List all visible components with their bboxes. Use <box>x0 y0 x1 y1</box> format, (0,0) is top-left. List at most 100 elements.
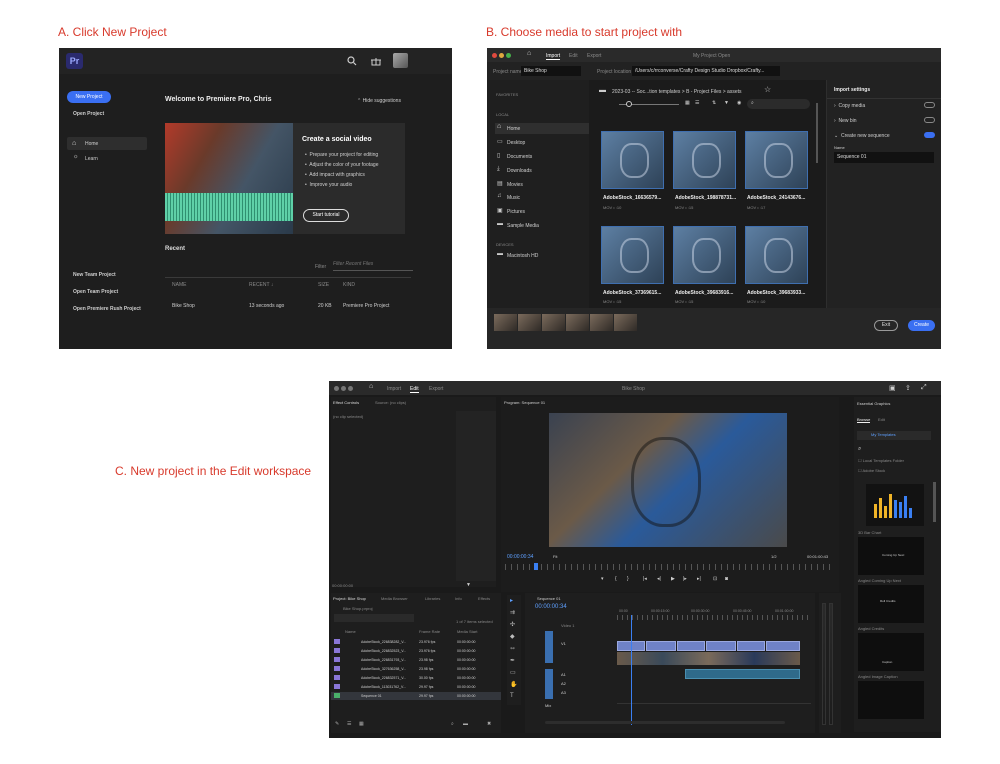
search-icon[interactable]: ⌕ <box>451 721 454 727</box>
monitor-ruler[interactable] <box>505 564 835 570</box>
project-search-input[interactable] <box>334 614 414 622</box>
open-project-link[interactable]: Open Project <box>73 111 104 117</box>
selected-media-thumb[interactable] <box>494 314 517 331</box>
tab-effects[interactable]: Effects <box>478 596 490 601</box>
list-view-icon[interactable]: ☰ <box>695 100 699 106</box>
quality-select[interactable]: 1/2 <box>771 554 777 559</box>
breadcrumb[interactable]: 2023-03 -- Soc...tion templates > B - Pr… <box>612 89 742 95</box>
tab-media-browser[interactable]: Media Browser <box>381 596 408 601</box>
playhead[interactable] <box>631 615 632 725</box>
table-row[interactable]: AdobeStock_226832523_V... 23.976 fps 00:00… <box>331 647 501 655</box>
sidebar-item-home[interactable]: ⌂ Home <box>67 137 147 150</box>
avatar[interactable] <box>393 53 408 68</box>
folder-icon[interactable]: ▬ <box>599 87 606 94</box>
table-row[interactable]: Sequence 01 29.97 fps 00:00:00:00 <box>331 692 501 700</box>
step-forward-icon[interactable]: |▸ <box>683 576 687 582</box>
tab-edit-graphics[interactable]: Edit <box>878 417 885 422</box>
track-select-icon[interactable]: ⇉ <box>510 609 515 616</box>
ripple-edit-icon[interactable]: ✣ <box>510 621 515 628</box>
tab-effect-controls[interactable]: Effect Controls <box>333 400 359 405</box>
media-thumbnail[interactable] <box>745 131 808 189</box>
rectangle-icon[interactable]: ▭ <box>510 669 516 676</box>
panel-icon[interactable]: ▣ <box>889 384 896 392</box>
in-point-icon[interactable]: { <box>615 576 617 582</box>
new-bin-icon[interactable]: ▬ <box>463 721 468 727</box>
selected-media-thumb[interactable] <box>614 314 637 331</box>
tab-edit[interactable]: Edit <box>410 386 419 393</box>
sidebar-item-sample-media[interactable]: ▬ Sample Media <box>495 220 589 231</box>
scrollbar[interactable] <box>933 482 936 522</box>
type-tool-icon[interactable]: T <box>510 693 514 699</box>
fit-select[interactable]: Fit <box>553 554 557 559</box>
adobe-stock-checkbox[interactable]: ☐ Adobe Stock <box>858 468 885 473</box>
timeline-ruler[interactable] <box>617 615 811 620</box>
search-icon[interactable] <box>347 56 357 66</box>
media-thumbnail[interactable] <box>601 131 664 189</box>
filter-icon[interactable]: ▼ <box>466 582 471 588</box>
tab-import[interactable]: Import <box>546 53 561 60</box>
tab-export[interactable]: Export <box>429 386 443 392</box>
media-thumbnail[interactable] <box>673 226 736 284</box>
sidebar-item-macintosh-hd[interactable]: ▬ Macintosh HD <box>495 250 589 261</box>
sidebar-item-home[interactable]: ⌂ Home <box>495 123 589 134</box>
open-team-project-link[interactable]: Open Team Project <box>73 289 118 295</box>
tab-edit[interactable]: Edit <box>569 53 578 59</box>
close-dot[interactable] <box>334 386 339 391</box>
insert-icon[interactable]: ⊡ <box>713 576 717 582</box>
gift-icon[interactable] <box>371 56 381 66</box>
table-row[interactable]: Bike Shop 13 seconds ago 20 KB Premiere … <box>165 299 411 313</box>
slip-icon[interactable]: ⇿ <box>510 645 515 652</box>
zoom-slider-handle[interactable] <box>626 101 632 107</box>
template-angled-image-caption[interactable]: Caption <box>858 633 924 671</box>
playhead[interactable] <box>534 563 538 570</box>
sidebar-item-pictures[interactable]: ▣ Pictures <box>495 206 589 217</box>
share-icon[interactable]: ⇪ <box>905 384 911 392</box>
template-angled-coming-up[interactable]: Coming Up Next: <box>858 537 924 575</box>
filter-icon[interactable]: ▼ <box>724 100 729 106</box>
source-patch-v1[interactable] <box>545 631 553 663</box>
expand-icon[interactable]: ⤢ <box>921 384 927 392</box>
tab-libraries[interactable]: Libraries <box>425 596 440 601</box>
tab-info[interactable]: Info <box>455 596 462 601</box>
grid-view-icon[interactable]: ▦ <box>685 100 690 106</box>
selected-media-thumb[interactable] <box>590 314 613 331</box>
create-sequence-toggle[interactable] <box>924 132 935 138</box>
video-clip[interactable] <box>737 641 765 651</box>
pencil-icon[interactable]: ✎ <box>335 721 339 727</box>
sidebar-item-music[interactable]: ♫ Music <box>495 192 589 203</box>
marker-icon[interactable]: ▾ <box>601 576 604 582</box>
copy-media-toggle[interactable] <box>924 102 935 108</box>
step-back-icon[interactable]: ◂| <box>657 576 661 582</box>
exit-button[interactable]: Exit <box>874 320 898 331</box>
template-angled-credits[interactable]: Roll Credits <box>858 585 924 623</box>
table-row[interactable]: AdobeStock_226831793_V... 23.98 fps 00:00:… <box>331 656 501 664</box>
tab-sequence[interactable]: Sequence 01 <box>537 596 561 601</box>
go-to-out-icon[interactable]: ▸| <box>697 576 701 582</box>
minimize-dot[interactable] <box>499 53 504 58</box>
media-thumbnail[interactable] <box>745 226 808 284</box>
out-point-icon[interactable]: } <box>627 576 629 582</box>
template-3d-bar-chart[interactable] <box>866 484 924 526</box>
create-button[interactable]: Create <box>908 320 935 331</box>
local-templates-checkbox[interactable]: ☐ Local Templates Folder <box>858 458 904 463</box>
search-icon[interactable]: ⌕ <box>858 446 861 453</box>
tab-export[interactable]: Export <box>587 53 601 59</box>
tab-import[interactable]: Import <box>387 386 401 392</box>
new-team-project-link[interactable]: New Team Project <box>73 272 116 278</box>
hide-suggestions-button[interactable]: ⌃ Hide suggestions <box>357 98 401 104</box>
new-bin-toggle[interactable] <box>924 117 935 123</box>
tab-project[interactable]: Project: Bike Shop <box>333 596 366 601</box>
filter-input[interactable]: Filter Recent Files <box>333 261 413 271</box>
table-row[interactable]: AdobeStock_226838282_V... 23.976 fps 00:00… <box>331 638 501 646</box>
sort-icon[interactable]: ⇅ <box>712 100 716 106</box>
new-project-button[interactable]: New Project <box>67 91 111 103</box>
home-icon[interactable]: ⌂ <box>527 50 531 57</box>
start-tutorial-button[interactable]: Start tutorial <box>303 209 349 222</box>
video-clip[interactable] <box>766 641 800 651</box>
icon-view-icon[interactable]: ▦ <box>359 721 364 727</box>
view-icon[interactable]: ◉ <box>737 100 741 106</box>
sidebar-item-learn[interactable]: ☼ Learn <box>67 152 147 165</box>
video-clip[interactable] <box>646 641 676 651</box>
sidebar-item-documents[interactable]: ▯ Documents <box>495 151 589 162</box>
tab-source[interactable]: Source: (no clips) <box>375 400 406 405</box>
